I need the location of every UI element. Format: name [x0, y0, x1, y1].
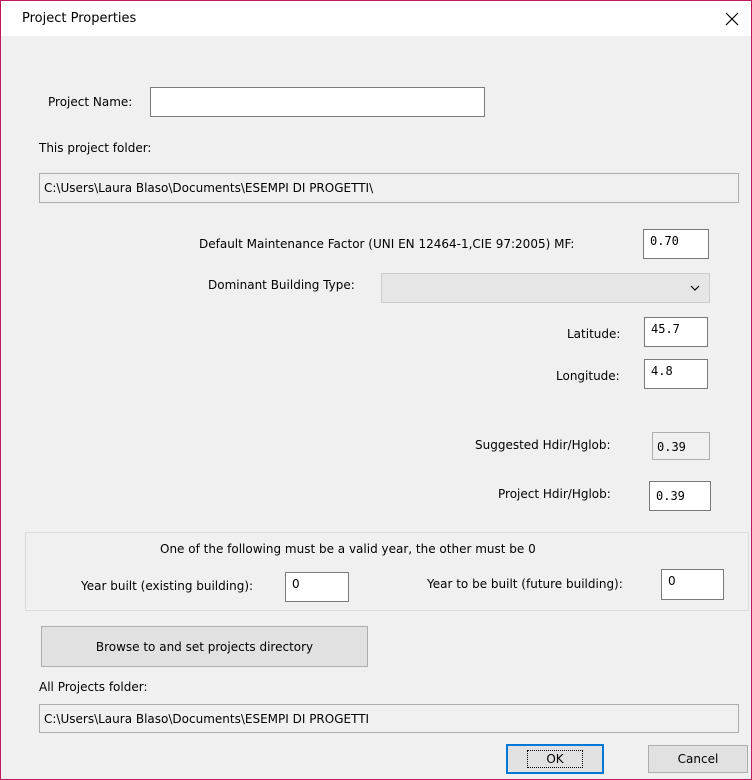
all-projects-folder-field: C:\Users\Laura Blaso\Documents\ESEMPI DI… — [39, 704, 739, 733]
project-name-input[interactable] — [150, 87, 485, 117]
project-name-label: Project Name: — [48, 95, 133, 109]
building-type-dropdown[interactable] — [381, 273, 710, 303]
cancel-button-label: Cancel — [677, 752, 719, 766]
cancel-button[interactable]: Cancel — [648, 745, 748, 773]
maintenance-factor-input[interactable]: 0.70 — [643, 229, 709, 259]
longitude-input[interactable]: 4.8 — [644, 359, 708, 389]
project-folder-label: This project folder: — [39, 141, 152, 155]
browse-projects-directory-button[interactable]: Browse to and set projects directory — [41, 626, 368, 667]
building-type-label: Dominant Building Type: — [208, 278, 355, 292]
suggested-hdir-label: Suggested Hdir/Hglob: — [475, 438, 611, 452]
year-note: One of the following must be a valid yea… — [160, 542, 536, 556]
browse-button-label: Browse to and set projects directory — [95, 639, 314, 654]
project-hdir-input[interactable]: 0.39 — [649, 481, 711, 511]
latitude-input[interactable]: 45.7 — [644, 317, 708, 347]
year-built-label: Year built (existing building): — [81, 579, 254, 593]
year-built-input[interactable]: 0 — [285, 572, 349, 602]
title-bar: Project Properties — [1, 1, 751, 36]
project-folder-field: C:\Users\Laura Blaso\Documents\ESEMPI DI… — [39, 173, 739, 203]
project-properties-dialog: Project Properties Project Name: This pr… — [0, 0, 752, 780]
chevron-down-icon — [690, 285, 700, 291]
close-icon — [725, 12, 739, 25]
project-hdir-label: Project Hdir/Hglob: — [498, 487, 611, 501]
longitude-label: Longitude: — [556, 369, 620, 383]
ok-button[interactable]: OK — [506, 744, 604, 774]
suggested-hdir-field: 0.39 — [652, 432, 710, 460]
close-button[interactable] — [713, 1, 751, 36]
all-projects-folder-label: All Projects folder: — [39, 680, 148, 694]
year-future-label: Year to be built (future building): — [427, 577, 623, 591]
ok-button-label: OK — [527, 750, 583, 768]
maintenance-factor-label: Default Maintenance Factor (UNI EN 12464… — [199, 237, 575, 251]
latitude-label: Latitude: — [567, 327, 621, 341]
window-title: Project Properties — [22, 11, 137, 26]
year-future-input[interactable]: 0 — [661, 569, 724, 600]
